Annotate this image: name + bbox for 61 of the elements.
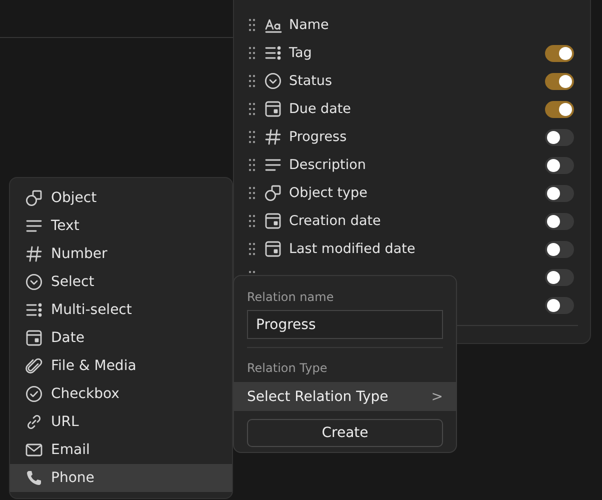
link-icon bbox=[25, 413, 43, 431]
chevron-circle-icon bbox=[264, 72, 282, 90]
drag-handle-icon[interactable] bbox=[248, 74, 256, 88]
property-label: Description bbox=[289, 157, 366, 173]
shapes-icon bbox=[264, 184, 282, 202]
toggle-switch[interactable] bbox=[545, 212, 574, 230]
menu-item[interactable]: Phone bbox=[10, 464, 232, 492]
property-label: Object type bbox=[289, 185, 368, 201]
property-label: Last modified date bbox=[289, 241, 416, 257]
relation-type-select[interactable]: Select Relation Type > bbox=[234, 382, 456, 411]
menu-item[interactable]: Text bbox=[10, 212, 232, 240]
menu-item[interactable]: Select bbox=[10, 268, 232, 296]
create-button[interactable]: Create bbox=[247, 419, 443, 447]
list-icon bbox=[25, 301, 43, 319]
menu-item[interactable]: File & Media bbox=[10, 352, 232, 380]
drag-handle-icon[interactable] bbox=[248, 214, 256, 228]
toggle-switch[interactable] bbox=[545, 184, 574, 202]
drag-handle-icon[interactable] bbox=[248, 46, 256, 60]
shapes-icon bbox=[25, 189, 43, 207]
drag-handle-icon[interactable] bbox=[248, 242, 256, 256]
toggle-switch[interactable] bbox=[545, 72, 574, 90]
calendar-icon bbox=[264, 240, 282, 258]
drag-handle-icon[interactable] bbox=[248, 102, 256, 116]
toggle-switch[interactable] bbox=[545, 268, 574, 286]
property-label: Status bbox=[289, 73, 332, 89]
check-circle-icon bbox=[25, 385, 43, 403]
drag-handle-icon[interactable] bbox=[248, 158, 256, 172]
menu-item[interactable]: Multi-select bbox=[10, 296, 232, 324]
property-label: Due date bbox=[289, 101, 351, 117]
drag-handle-icon[interactable] bbox=[248, 130, 256, 144]
property-label: Name bbox=[289, 17, 329, 33]
menu-item[interactable]: Object bbox=[10, 184, 232, 212]
menu-item[interactable]: Email bbox=[10, 436, 232, 464]
toggle-switch[interactable] bbox=[545, 100, 574, 118]
field-label: Relation name bbox=[246, 289, 335, 306]
calendar-icon bbox=[25, 329, 43, 347]
toggle-switch[interactable] bbox=[545, 296, 574, 314]
phone-icon bbox=[25, 469, 43, 487]
envelope-icon bbox=[25, 441, 43, 459]
toggle-switch[interactable] bbox=[545, 156, 574, 174]
toggle-switch[interactable] bbox=[545, 44, 574, 62]
hash-icon bbox=[25, 245, 43, 263]
calendar-icon bbox=[264, 212, 282, 230]
property-label: Tag bbox=[289, 45, 312, 61]
drag-handle-icon[interactable] bbox=[248, 18, 256, 32]
chevron-circle-icon bbox=[25, 273, 43, 291]
toggle-switch[interactable] bbox=[545, 240, 574, 258]
menu-item[interactable]: Number bbox=[10, 240, 232, 268]
paperclip-icon bbox=[25, 357, 43, 375]
property-label: Progress bbox=[289, 129, 347, 145]
menu-item[interactable]: URL bbox=[10, 408, 232, 436]
drag-handle-icon[interactable] bbox=[248, 186, 256, 200]
field-label: Relation Type bbox=[246, 360, 328, 377]
name-input-field[interactable]: Progress bbox=[247, 310, 443, 339]
menu-item[interactable]: Date bbox=[10, 324, 232, 352]
menu-item[interactable]: Checkbox bbox=[10, 380, 232, 408]
hash-icon bbox=[264, 128, 282, 146]
list-icon bbox=[264, 44, 282, 62]
property-label: Creation date bbox=[289, 213, 381, 229]
calendar-icon bbox=[264, 100, 282, 118]
toggle-switch[interactable] bbox=[545, 128, 574, 146]
